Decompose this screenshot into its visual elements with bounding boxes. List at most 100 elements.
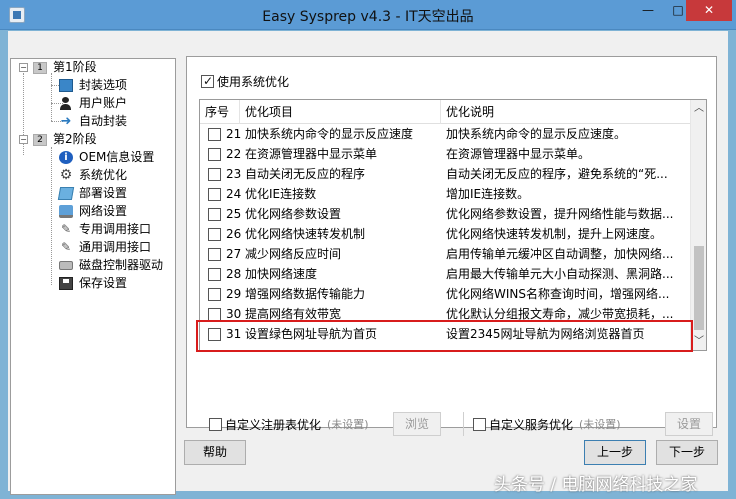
row-description: 优化默认分组报文寿命，减少带宽损耗，... (446, 307, 674, 321)
custom-registry-checkbox[interactable] (209, 418, 222, 431)
row-number: 21 (226, 127, 242, 141)
next-button[interactable]: 下一步 (656, 440, 718, 465)
info-icon: i (59, 151, 73, 164)
row-number: 28 (226, 267, 242, 281)
row-number: 24 (226, 187, 242, 201)
custom-service-status: (未设置) (579, 417, 621, 431)
table-row[interactable]: 23 自动关闭无反应的程序 自动关闭无反应的程序，避免系统的“死... (200, 164, 691, 184)
row-checkbox[interactable] (208, 308, 221, 321)
row-checkbox[interactable] (208, 288, 221, 301)
window-title: Easy Sysprep v4.3 - IT天空出品 (262, 9, 474, 25)
tree-stage2[interactable]: 2 第2阶段 (33, 131, 97, 147)
custom-service-label: 自定义服务优化 (489, 417, 574, 432)
optimize-panel: 使用系统优化 序号 优化项目 优化说明 21加快系统内命令的显示反应速度 加快系统… (186, 56, 717, 436)
row-number: 29 (226, 287, 242, 301)
custom-registry-status: (未设置) (327, 417, 369, 431)
row-checkbox[interactable] (208, 208, 221, 221)
close-button[interactable]: ✕ (686, 0, 732, 21)
table-row[interactable]: 31 设置绿色网址导航为首页 设置2345网址导航为网络浏览器首页 (200, 324, 691, 344)
tree-stage1[interactable]: 1 第1阶段 (33, 59, 97, 75)
scroll-down-icon[interactable]: ﹀ (691, 333, 706, 350)
row-checkbox[interactable] (208, 188, 221, 201)
row-number: 30 (226, 307, 242, 321)
table-row[interactable]: 27 减少网络反应时间 启用传输单元缓冲区自动调整，加快网络... (200, 244, 691, 264)
service-settings-button[interactable]: 设置 (665, 412, 713, 436)
custom-registry-option[interactable]: 自定义注册表优化 (未设置) (209, 416, 369, 433)
table-row[interactable]: 25 优化网络参数设置 优化网络参数设置，提升网络性能与数据... (200, 204, 691, 224)
table-row[interactable]: 29 增强网络数据传输能力 优化网络WINS名称查询时间，增强网络... (200, 284, 691, 304)
column-header-description[interactable]: 优化说明 (441, 100, 691, 124)
tree-item-auto-package[interactable]: ➜ 自动封装 (59, 113, 127, 129)
row-number-cell: 29 (208, 284, 242, 304)
row-number: 23 (226, 167, 242, 181)
row-item: 自动关闭无反应的程序 (245, 167, 366, 181)
stage1-number-icon: 1 (33, 61, 47, 74)
table-row[interactable]: 30 提高网络有效带宽 优化默认分组报文寿命，减少带宽损耗，... (200, 304, 691, 324)
tree-item-disk-driver[interactable]: 磁盘控制器驱动 (59, 257, 163, 273)
collapse-stage1-icon[interactable]: − (19, 63, 28, 72)
column-header-number[interactable]: 序号 (200, 100, 240, 124)
disk-icon (59, 261, 73, 270)
browse-button[interactable]: 浏览 (393, 412, 441, 436)
row-item: 加快网络速度 (245, 267, 318, 281)
table-row[interactable]: 24 优化IE连接数 增加IE连接数。 (200, 184, 691, 204)
table-row[interactable]: 28 加快网络速度 启用最大传输单元大小自动探测、黑洞路... (200, 264, 691, 284)
list-scrollbar[interactable]: ︿ ﹀ (690, 100, 706, 350)
row-description: 启用传输单元缓冲区自动调整，加快网络... (446, 247, 674, 261)
use-optimize-option[interactable]: 使用系统优化 (201, 73, 289, 90)
row-number-cell: 25 (208, 204, 242, 224)
tree-item-special-interface[interactable]: ✎ 专用调用接口 (59, 221, 151, 237)
navigation-tree: − 1 第1阶段 封装选项 用户账户 ➜ 自动封装 − 2 第2阶段 i OEM信息设置… (10, 58, 176, 495)
row-item: 优化网络快速转发机制 (245, 227, 366, 241)
previous-button[interactable]: 上一步 (584, 440, 646, 465)
row-number-cell: 21 (208, 124, 242, 144)
row-description: 加快系统内命令的显示反应速度。 (446, 127, 627, 141)
row-number: 27 (226, 247, 242, 261)
tree-item-label: 通用调用接口 (79, 240, 152, 254)
tree-item-label: OEM信息设置 (79, 150, 155, 164)
tree-item-deploy[interactable]: 部署设置 (57, 185, 127, 201)
tree-item-user-accounts[interactable]: 用户账户 (59, 95, 127, 111)
custom-service-option[interactable]: 自定义服务优化 (未设置) (473, 416, 621, 433)
tree-item-oem[interactable]: i OEM信息设置 (59, 149, 154, 165)
row-item: 加快系统内命令的显示反应速度 (245, 127, 414, 141)
row-description: 优化网络WINS名称查询时间，增强网络... (446, 287, 670, 301)
table-row[interactable]: 26 优化网络快速转发机制 优化网络快速转发机制，提升上网速度。 (200, 224, 691, 244)
arrow-right-icon: ➜ (60, 114, 72, 129)
tree-item-network[interactable]: 网络设置 (59, 203, 127, 219)
deploy-icon (57, 187, 75, 200)
watermark: 头条号 / 电脑网络科技之家 (494, 475, 698, 495)
tree-item-save-settings[interactable]: 保存设置 (59, 275, 127, 291)
help-button[interactable]: 帮助 (184, 440, 246, 465)
minimize-button[interactable]: — (634, 0, 662, 21)
options-divider (463, 412, 464, 436)
custom-service-checkbox[interactable] (473, 418, 486, 431)
table-row[interactable]: 22 在资源管理器中显示菜单 在资源管理器中显示菜单。 (200, 144, 691, 164)
column-header-item[interactable]: 优化项目 (240, 100, 441, 124)
row-checkbox[interactable] (208, 328, 221, 341)
tree-item-label: 系统优化 (79, 168, 128, 182)
row-number-cell: 31 (208, 324, 242, 344)
tree-item-general-interface[interactable]: ✎ 通用调用接口 (59, 239, 151, 255)
row-item: 优化IE连接数 (245, 187, 317, 201)
row-number-cell: 27 (208, 244, 242, 264)
row-checkbox[interactable] (208, 268, 221, 281)
tree-item-package-options[interactable]: 封装选项 (59, 77, 127, 93)
pen-icon: ✎ (60, 222, 72, 236)
pen-icon: ✎ (60, 240, 72, 254)
row-number-cell: 28 (208, 264, 242, 284)
row-checkbox[interactable] (208, 248, 221, 261)
row-checkbox[interactable] (208, 168, 221, 181)
tree-item-label: 专用调用接口 (79, 222, 152, 236)
tree-item-system-optimize[interactable]: ⚙ 系统优化 (59, 167, 127, 183)
use-optimize-checkbox[interactable] (201, 73, 214, 89)
collapse-stage2-icon[interactable]: − (19, 135, 28, 144)
row-checkbox[interactable] (208, 148, 221, 161)
row-checkbox[interactable] (208, 128, 221, 141)
row-checkbox[interactable] (208, 228, 221, 241)
scroll-up-icon[interactable]: ︿ (691, 100, 706, 117)
tree-line (51, 73, 52, 121)
scroll-thumb[interactable] (694, 246, 704, 330)
title-bar: Easy Sysprep v4.3 - IT天空出品 — □ ✕ (0, 0, 736, 30)
table-row[interactable]: 21 加快系统内命令的显示反应速度 加快系统内命令的显示反应速度。 (200, 124, 691, 144)
